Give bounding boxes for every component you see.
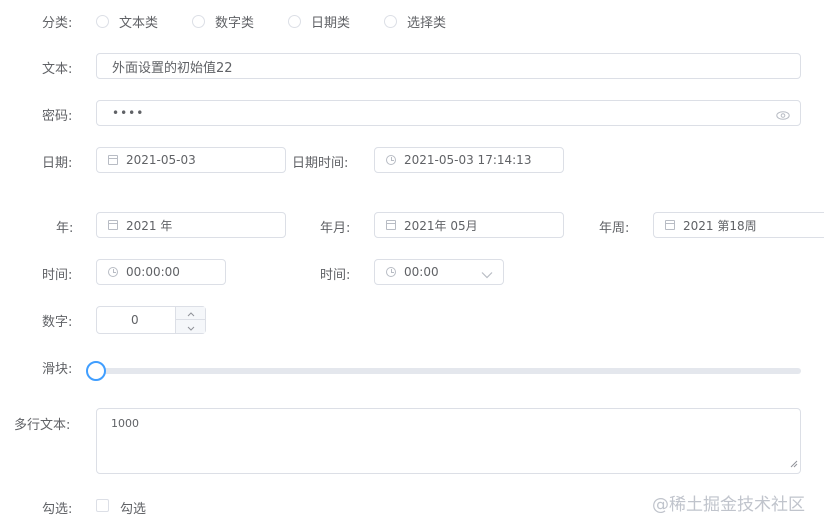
datetime-label: 日期时间: <box>292 156 349 171</box>
radio-label: 选择类 <box>407 16 447 31</box>
password-value: •••• <box>112 106 145 120</box>
resize-handle-icon[interactable] <box>790 458 798 471</box>
textarea-value: 1000 <box>111 417 139 430</box>
checkbox-label: 勾选: <box>42 502 73 517</box>
week-value: 2021 第18周 <box>683 218 757 233</box>
radio-circle[interactable] <box>288 15 301 28</box>
eye-icon[interactable] <box>776 109 790 123</box>
radio-label: 文本类 <box>119 16 159 31</box>
slider-track[interactable] <box>96 368 801 374</box>
radio-circle[interactable] <box>192 15 205 28</box>
month-value: 2021年 05月 <box>404 218 478 233</box>
text-input[interactable]: 外面设置的初始值22 <box>96 53 801 79</box>
datetime-value: 2021-05-03 17:14:13 <box>404 153 532 167</box>
number-label: 数字: <box>42 315 73 330</box>
category-label: 分类: <box>42 16 73 31</box>
date-picker[interactable]: 2021-05-03 <box>96 147 286 173</box>
slider-label: 滑块: <box>42 362 73 377</box>
radio-label: 数字类 <box>215 16 255 31</box>
password-input[interactable]: •••• <box>96 100 801 126</box>
chevron-down-icon[interactable] <box>481 268 493 282</box>
date-label: 日期: <box>42 156 73 171</box>
time-select-label: 时间: <box>320 268 351 283</box>
week-picker[interactable]: 2021 第18周 <box>653 212 824 238</box>
time-select-value: 00:00 <box>404 265 439 279</box>
radio-label: 日期类 <box>311 16 351 31</box>
textarea-label: 多行文本: <box>14 418 71 433</box>
datetime-picker[interactable]: 2021-05-03 17:14:13 <box>374 147 564 173</box>
checkbox[interactable] <box>96 499 109 512</box>
password-label: 密码: <box>42 109 73 124</box>
radio-text-type[interactable]: 文本类 <box>96 12 158 31</box>
radio-select-type[interactable]: 选择类 <box>384 12 446 31</box>
slider-handle[interactable] <box>86 361 106 381</box>
increase-button[interactable] <box>176 307 205 320</box>
radio-date-type[interactable]: 日期类 <box>288 12 350 31</box>
clock-icon <box>108 267 118 277</box>
time-picker[interactable]: 00:00:00 <box>96 259 226 285</box>
calendar-icon <box>386 220 396 230</box>
calendar-icon <box>108 155 118 165</box>
clock-icon <box>386 267 396 277</box>
textarea-input[interactable]: 1000 <box>96 408 801 474</box>
time-value: 00:00:00 <box>126 265 180 279</box>
calendar-icon <box>108 220 118 230</box>
stepper-controls <box>175 307 205 333</box>
chevron-down-icon <box>187 320 195 334</box>
number-value: 0 <box>131 313 139 327</box>
date-value: 2021-05-03 <box>126 153 196 167</box>
checkbox-text: 勾选 <box>120 502 147 517</box>
calendar-icon <box>665 220 675 230</box>
text-input-value: 外面设置的初始值22 <box>112 60 233 76</box>
radio-number-type[interactable]: 数字类 <box>192 12 254 31</box>
decrease-button[interactable] <box>176 320 205 333</box>
month-picker[interactable]: 2021年 05月 <box>374 212 564 238</box>
week-label: 年周: <box>599 221 630 236</box>
text-label: 文本: <box>42 62 73 77</box>
chevron-up-icon <box>187 306 195 320</box>
year-picker[interactable]: 2021 年 <box>96 212 286 238</box>
time-label: 时间: <box>42 268 73 283</box>
watermark-text: @稀土掘金技术社区 <box>652 495 805 515</box>
radio-circle[interactable] <box>384 15 397 28</box>
radio-circle[interactable] <box>96 15 109 28</box>
clock-icon <box>386 155 396 165</box>
year-value: 2021 年 <box>126 218 173 233</box>
time-select[interactable]: 00:00 <box>374 259 504 285</box>
number-input[interactable]: 0 <box>96 306 206 334</box>
month-label: 年月: <box>320 221 351 236</box>
year-label: 年: <box>56 221 74 236</box>
